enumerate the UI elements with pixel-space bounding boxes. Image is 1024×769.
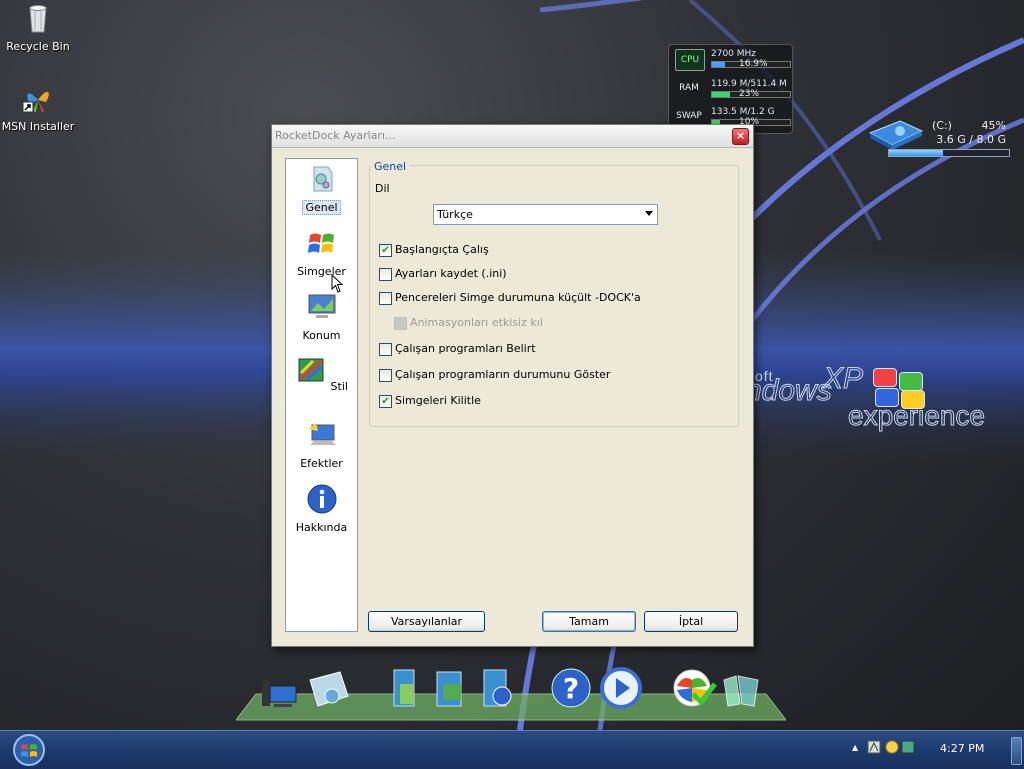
group-title: Genel [371,160,410,173]
checkbox[interactable] [379,343,392,356]
option-label: Çalışan programların durumunu Göster [395,368,611,381]
checkbox[interactable] [379,268,392,281]
rocketdock-bar: ? [236,660,786,722]
start-button[interactable] [10,733,48,767]
ram-percent: 23% [739,89,760,99]
tray-icons[interactable] [866,739,918,755]
chevron-down-icon[interactable] [645,211,653,216]
option-label: Ayarları kaydet (.ini) [395,267,507,280]
xp-logo: soft ndows XP experience [745,362,1020,437]
language-select[interactable]: Türkçe [433,204,658,225]
drive-percent: 45% [981,119,1006,132]
show-desktop-button[interactable] [1011,737,1022,765]
tray-expand-icon[interactable]: ▲ [852,743,858,752]
drive-name: (C:) [932,119,952,132]
info-icon [307,484,336,514]
rocketdock-settings-dialog: RocketDock Ayarları... × Genel Simgeler [271,124,754,647]
nav-item-efektler[interactable]: Efektler [286,415,357,475]
swap-value: 133.5 M/1.2 G [711,107,775,117]
desktop-icon-label: Recycle Bin [6,40,70,53]
dialog-titlebar[interactable]: RocketDock Ayarları... × [272,125,753,148]
language-value: Türkçe [437,208,473,221]
cpu-percent: 16.9% [739,59,768,69]
ram-label: RAM [679,83,699,93]
nav-item-genel[interactable]: Genel [286,159,357,219]
nav-label: Efektler [300,457,343,470]
desktop-icon-label: MSN Installer [1,120,75,133]
dock-computer-icon[interactable] [256,666,302,710]
nav-label: Konum [302,329,341,342]
dialog-title: RocketDock Ayarları... [275,129,396,142]
hard-drive-icon [868,120,924,150]
mouse-cursor-icon [331,274,344,293]
dock-display-icon[interactable] [306,666,352,710]
general-icon [313,166,332,192]
dock-media-player-icon[interactable] [598,666,644,710]
windows-flag-icon [307,233,334,253]
cpu-chip-icon: CPU [675,49,705,71]
dock-media-folder-icon[interactable] [478,666,524,710]
nav-item-simgeler[interactable]: Simgeler [286,223,357,283]
wallpaper-word-xp: XP [822,362,864,396]
language-label: Dil [375,182,390,195]
settings-nav: Genel Simgeler Konum Stil Efektler Hakkı… [285,158,358,632]
checkbox-checked[interactable]: ✔ [379,395,392,408]
nav-item-konum[interactable]: Konum [286,287,357,347]
style-icon [298,358,324,382]
checkbox-checked[interactable]: ✔ [379,244,392,257]
dock-help-icon[interactable]: ? [548,666,594,710]
dock-pictures-icon[interactable] [431,666,477,710]
nav-item-stil[interactable]: Stil [286,351,357,411]
clock[interactable]: 4:27 PM [940,742,984,755]
system-monitor-gadget: CPU 2700 MHz 16.9% RAM 119.9 M/511.4 M 2… [668,44,793,134]
close-button[interactable]: × [732,128,749,145]
nav-label: Genel [302,200,341,215]
checkbox[interactable] [379,369,392,382]
option-label: Çalışan programları Belirt [395,342,536,355]
dock-recycle-bin-icon[interactable] [718,666,764,710]
option-label: Başlangıçta Çalış [395,243,489,256]
drive-gadget: (C:) 45% 3.6 G / 8.0 G [866,117,1014,159]
cpu-row: CPU 2700 MHz 16.9% [673,47,791,73]
recycle-bin-icon [29,5,47,33]
wallpaper-word-windows: ndows [745,374,833,408]
nav-item-hakkinda[interactable]: Hakkında [286,479,357,539]
svg-text:?: ? [563,672,579,705]
swap-label: SWAP [676,111,702,121]
defaults-button[interactable]: Varsayılanlar [368,611,485,632]
ram-row: RAM 119.9 M/511.4 M 23% [673,77,791,103]
monitor-icon [308,294,335,318]
system-tray: ▲ [852,739,918,755]
checkbox[interactable] [379,292,392,305]
effects-icon [307,423,336,445]
drive-size: 3.6 G / 8.0 G [936,133,1006,146]
option-label: Pencereleri Simge durumuna küçült -DOCK'… [395,291,641,304]
cancel-button[interactable]: İptal [644,611,738,632]
msn-butterfly-icon [22,91,49,113]
option-label: Animasyonları etkisiz kıl [410,316,543,329]
cpu-value: 2700 MHz [711,49,757,59]
desktop-icon-recycle-bin[interactable]: Recycle Bin [0,2,76,53]
dock-documents-icon[interactable] [386,666,432,710]
desktop-icon-msn-installer[interactable]: MSN Installer [0,82,76,133]
dock-windows-update-icon[interactable] [671,666,717,710]
drive-usage-bar [888,149,1010,157]
nav-label: Stil [330,380,348,393]
ram-value: 119.9 M/511.4 M [711,79,787,89]
ok-button[interactable]: Tamam [542,611,636,632]
checkbox-disabled [394,317,407,330]
windows-flag-icon [873,368,925,409]
taskbar: ▲ 4:27 PM [0,730,1024,769]
nav-label: Hakkında [295,521,348,534]
option-label: Simgeleri Kilitle [395,394,481,407]
